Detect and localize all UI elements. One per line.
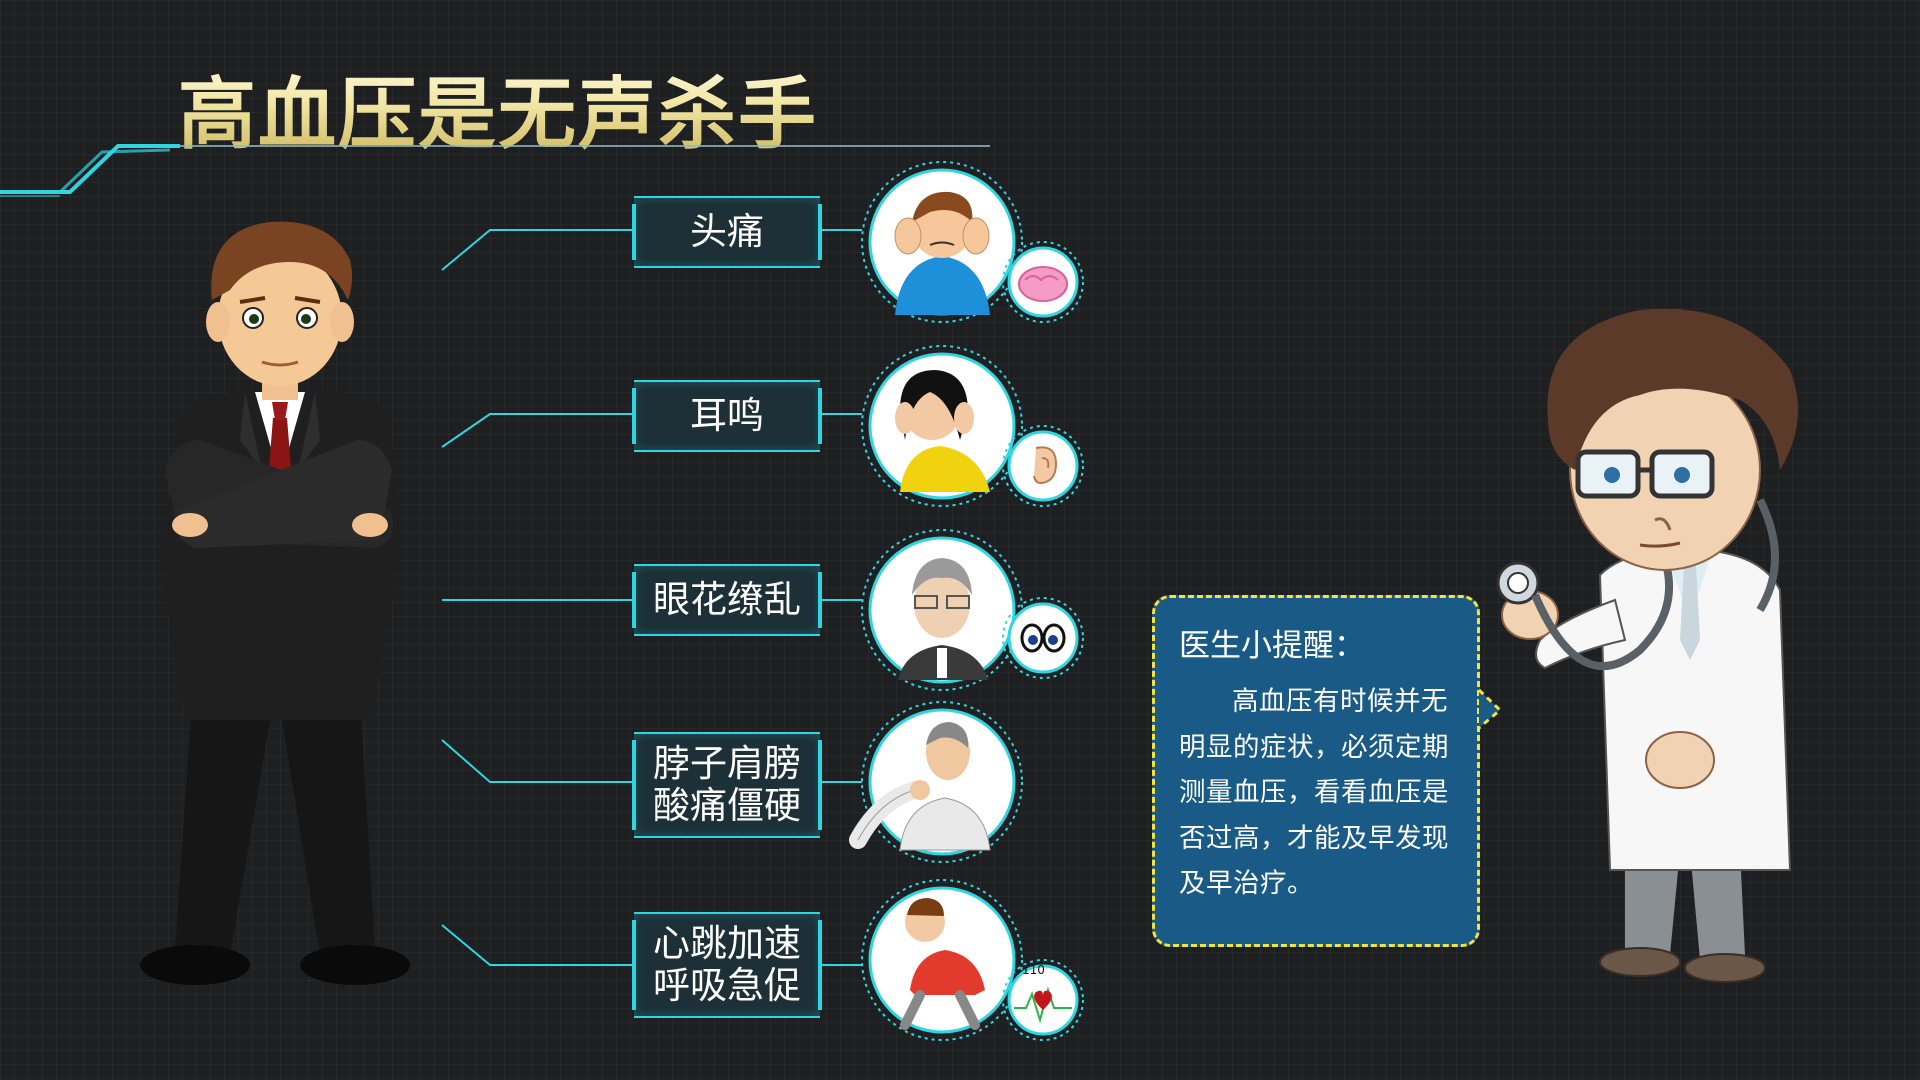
doctor-illustration <box>1496 308 1798 983</box>
